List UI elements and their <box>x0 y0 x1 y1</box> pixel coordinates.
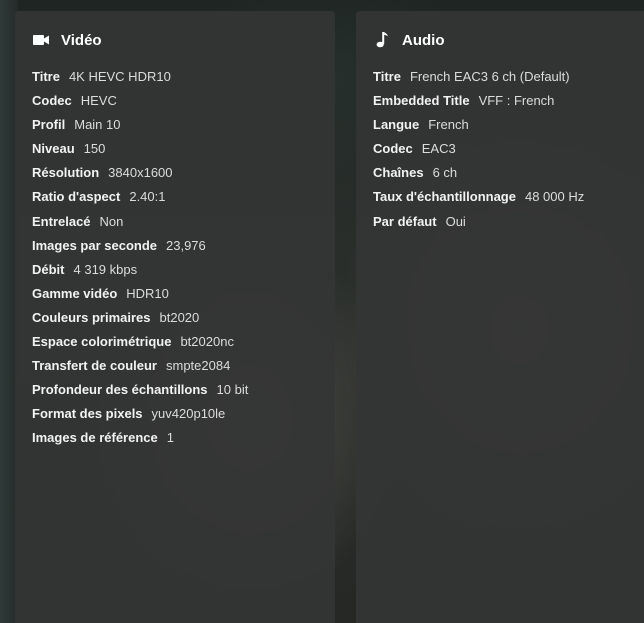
row-value: Oui <box>445 213 466 229</box>
video-row-level: Niveau 150 <box>32 141 318 165</box>
row-label: Codec <box>373 141 413 157</box>
video-row-interlaced: Entrelacé Non <box>32 214 318 238</box>
video-row-color-primaries: Couleurs primaires bt2020 <box>32 310 318 334</box>
video-row-resolution: Résolution 3840x1600 <box>32 165 318 189</box>
row-label: Profil <box>32 117 66 133</box>
video-row-aspect-ratio: Ratio d'aspect 2.40:1 <box>32 189 318 213</box>
row-value: VFF : French <box>478 93 555 109</box>
row-label: Par défaut <box>373 213 437 229</box>
video-panel-title: Vidéo <box>61 31 102 49</box>
audio-row-default: Par défaut Oui <box>373 214 639 238</box>
row-value: bt2020nc <box>180 334 234 350</box>
row-label: Profondeur des échantillons <box>32 382 208 398</box>
video-row-profile: Profil Main 10 <box>32 117 318 141</box>
row-label: Images par seconde <box>32 237 157 253</box>
row-value: French EAC3 6 ch (Default) <box>409 69 570 84</box>
row-label: Titre <box>373 69 401 84</box>
row-label: Ratio d'aspect <box>32 189 121 205</box>
row-value: HDR10 <box>126 285 169 301</box>
row-value: Main 10 <box>74 117 121 133</box>
row-label: Images de référence <box>32 430 158 446</box>
row-label: Codec <box>32 93 72 109</box>
video-row-title: Titre 4K HEVC HDR10 <box>32 69 318 93</box>
video-row-color-transfer: Transfert de couleur smpte2084 <box>32 358 318 382</box>
row-value: yuv420p10le <box>151 406 226 422</box>
video-row-video-range: Gamme vidéo HDR10 <box>32 286 318 310</box>
row-value: 4K HEVC HDR10 <box>68 69 171 84</box>
row-value: 10 bit <box>216 382 249 398</box>
video-row-ref-frames: Images de référence 1 <box>32 430 318 454</box>
video-row-bit-depth: Profondeur des échantillons 10 bit <box>32 382 318 406</box>
audio-row-language: Langue French <box>373 117 639 141</box>
row-label: Format des pixels <box>32 406 143 422</box>
row-label: Embedded Title <box>373 93 470 109</box>
row-label: Espace colorimétrique <box>32 334 172 350</box>
audio-row-codec: Codec EAC3 <box>373 141 639 165</box>
row-label: Chaînes <box>373 165 424 181</box>
row-label: Entrelacé <box>32 213 91 229</box>
row-label: Couleurs primaires <box>32 309 151 325</box>
row-value: 48 000 Hz <box>524 189 585 205</box>
row-label: Débit <box>32 261 65 277</box>
row-value: 150 <box>83 141 106 157</box>
audio-row-sample-rate: Taux d'échantillonnage 48 000 Hz <box>373 189 639 213</box>
video-info-panel: Vidéo Titre 4K HEVC HDR10 Codec HEVC Pro… <box>15 11 335 623</box>
row-value: 4 319 kbps <box>73 261 138 277</box>
audio-row-title: Titre French EAC3 6 ch (Default) <box>373 69 639 93</box>
row-label: Langue <box>373 117 420 133</box>
video-camera-icon <box>32 31 50 49</box>
video-row-codec: Codec HEVC <box>32 93 318 117</box>
audio-panel-title: Audio <box>402 31 445 49</box>
row-label: Gamme vidéo <box>32 285 118 301</box>
row-value: 23,976 <box>166 237 206 253</box>
video-row-framerate: Images par seconde 23,976 <box>32 238 318 262</box>
music-note-icon <box>373 31 391 49</box>
row-value: EAC3 <box>421 141 456 157</box>
audio-panel-header: Audio <box>373 31 639 49</box>
row-label: Résolution <box>32 165 100 181</box>
row-label: Taux d'échantillonnage <box>373 189 516 205</box>
audio-row-channels: Chaînes 6 ch <box>373 165 639 189</box>
video-row-color-space: Espace colorimétrique bt2020nc <box>32 334 318 358</box>
video-row-bitrate: Débit 4 319 kbps <box>32 262 318 286</box>
row-value: smpte2084 <box>165 358 231 374</box>
audio-row-embedded-title: Embedded Title VFF : French <box>373 93 639 117</box>
video-row-pixel-format: Format des pixels yuv420p10le <box>32 406 318 430</box>
row-value: HEVC <box>80 93 117 109</box>
row-value: Non <box>99 213 124 229</box>
row-value: 6 ch <box>432 165 458 181</box>
video-panel-header: Vidéo <box>32 31 318 49</box>
row-value: 3840x1600 <box>108 165 173 181</box>
row-label: Niveau <box>32 141 75 157</box>
row-value: 1 <box>166 430 174 446</box>
row-label: Transfert de couleur <box>32 358 157 374</box>
row-value: 2.40:1 <box>129 189 166 205</box>
row-value: bt2020 <box>159 309 200 325</box>
row-value: French <box>428 117 469 133</box>
audio-info-panel: Audio Titre French EAC3 6 ch (Default) E… <box>356 11 644 623</box>
row-label: Titre <box>32 69 60 84</box>
